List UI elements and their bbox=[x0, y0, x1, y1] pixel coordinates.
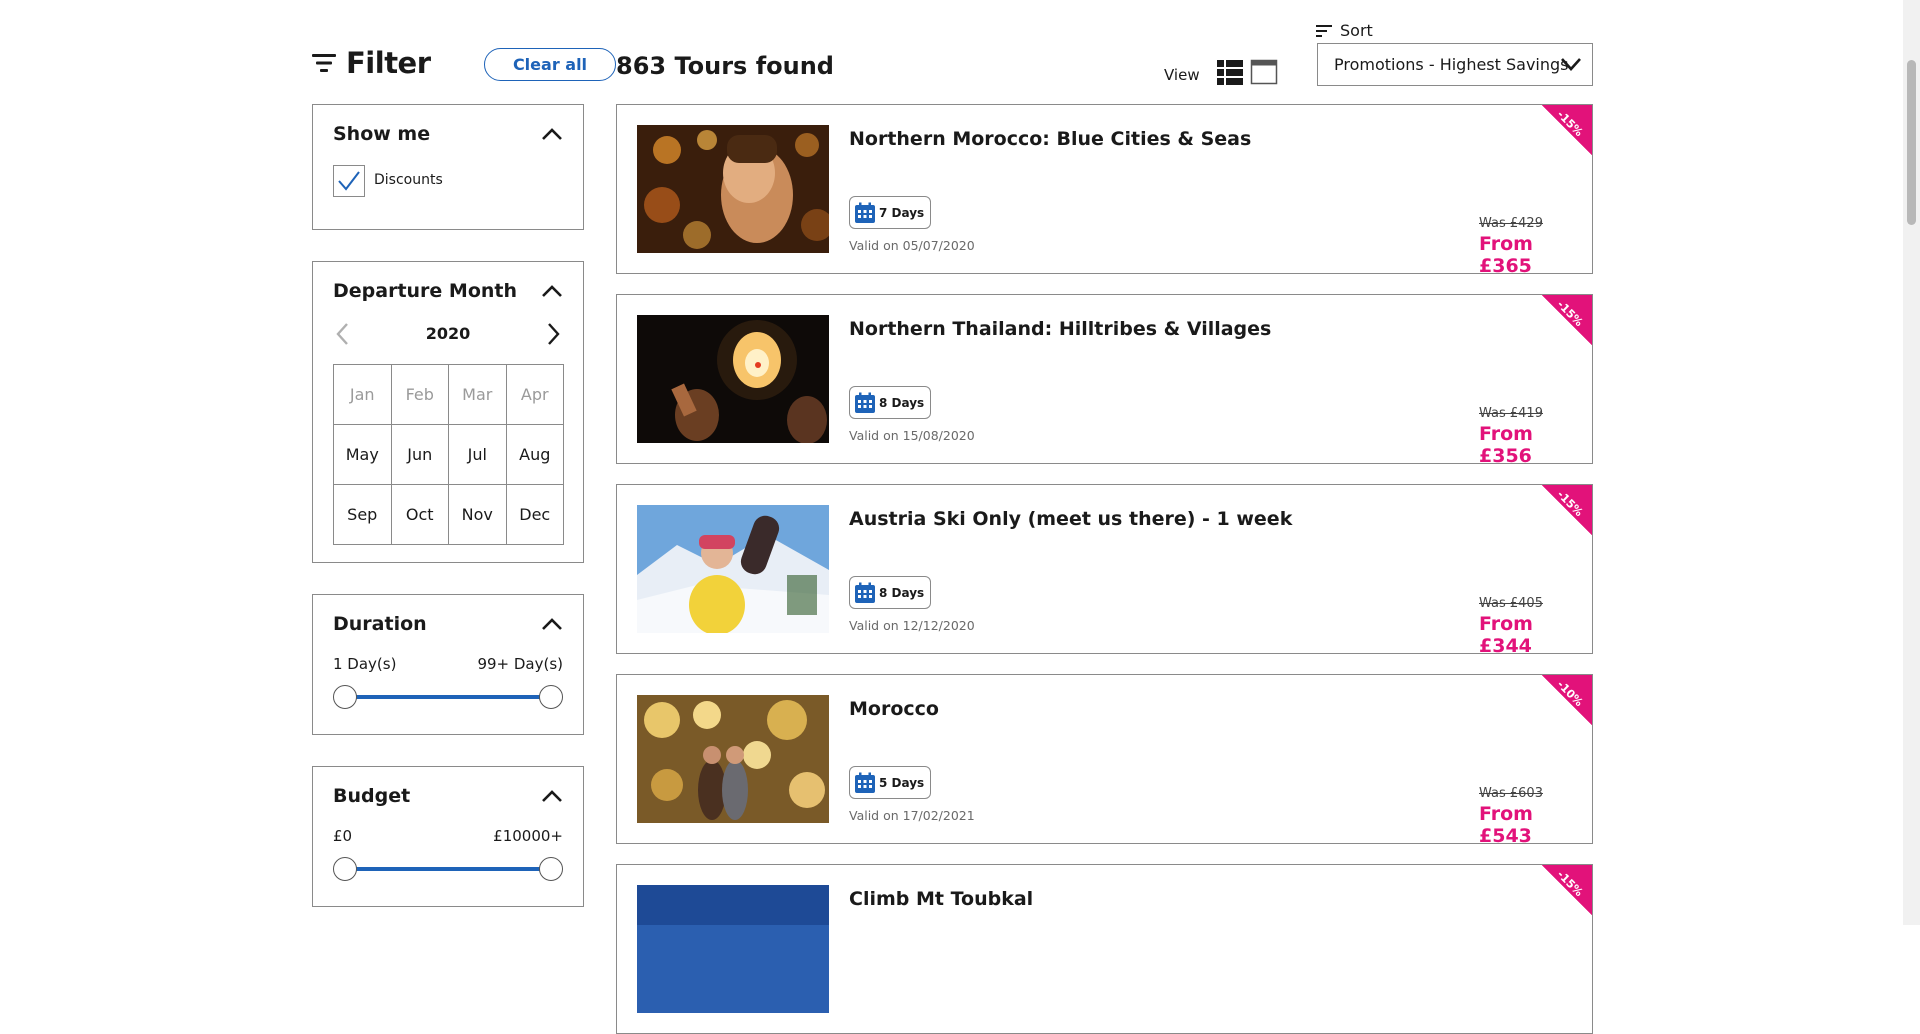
tour-image[interactable] bbox=[637, 695, 829, 823]
duration-max-handle[interactable] bbox=[539, 685, 563, 709]
sort-icon bbox=[1316, 24, 1332, 37]
month-cell: Mar bbox=[449, 365, 507, 425]
tour-card[interactable]: Northern Thailand: Hilltribes & Villages… bbox=[616, 294, 1593, 464]
page-scrollbar[interactable] bbox=[1903, 0, 1920, 925]
budget-range-labels: £0 £10000+ bbox=[333, 827, 563, 845]
year-navigator: 2020 bbox=[333, 320, 563, 350]
was-price: Was £429 bbox=[1479, 216, 1543, 231]
grid-view-icon[interactable] bbox=[1250, 58, 1278, 86]
results-count: 863 Tours found bbox=[616, 52, 834, 80]
was-price: Was £603 bbox=[1479, 786, 1543, 801]
duration-days: 8 Days bbox=[879, 395, 925, 410]
duration-days: 7 Days bbox=[879, 205, 925, 220]
chevron-right-icon[interactable] bbox=[543, 322, 563, 346]
month-grid: Jan Feb Mar Apr May Jun Jul Aug Sep Oct Nov Dec bbox=[333, 364, 564, 545]
tour-image[interactable] bbox=[637, 125, 829, 253]
month-cell[interactable]: Jun bbox=[391, 425, 449, 485]
month-cell[interactable]: Aug bbox=[506, 425, 564, 485]
duration-badge: 7 Days bbox=[849, 196, 932, 229]
tour-title[interactable]: Climb Mt Toubkal bbox=[849, 888, 1033, 910]
month-cell[interactable]: Sep bbox=[334, 485, 392, 545]
duration-badge: 5 Days bbox=[849, 766, 932, 799]
chevron-up-icon[interactable] bbox=[541, 789, 563, 803]
discounts-label[interactable]: Discounts bbox=[374, 172, 443, 188]
duration-days: 5 Days bbox=[879, 775, 925, 790]
duration-slider-track[interactable] bbox=[345, 695, 551, 699]
from-price: From £365 bbox=[1479, 233, 1533, 274]
month-cell: Feb bbox=[391, 365, 449, 425]
sort-label: Sort bbox=[1340, 21, 1373, 40]
month-cell[interactable]: Nov bbox=[449, 485, 507, 545]
tour-card[interactable]: Northern Morocco: Blue Cities & Seas 7 D… bbox=[616, 104, 1593, 274]
show-me-panel: Show me Discounts bbox=[312, 104, 584, 230]
duration-title: Duration bbox=[333, 613, 427, 635]
calendar-icon bbox=[855, 392, 875, 413]
departure-month-title: Departure Month bbox=[333, 280, 518, 302]
budget-title: Budget bbox=[333, 785, 411, 807]
duration-panel: Duration 1 Day(s) 99+ Day(s) bbox=[312, 594, 584, 735]
calendar-icon bbox=[855, 582, 875, 603]
from-price: From £344 bbox=[1479, 613, 1533, 654]
from-price: From £356 bbox=[1479, 423, 1533, 464]
year-label: 2020 bbox=[425, 324, 471, 343]
clear-all-button[interactable]: Clear all bbox=[484, 48, 616, 81]
duration-badge: 8 Days bbox=[849, 576, 932, 609]
tour-card[interactable]: Climb Mt Toubkal -15% bbox=[616, 864, 1593, 1034]
was-price: Was £405 bbox=[1479, 596, 1543, 611]
tour-image[interactable] bbox=[637, 315, 829, 443]
valid-date: Valid on 17/02/2021 bbox=[849, 808, 975, 823]
view-label: View bbox=[1164, 66, 1200, 84]
chevron-down-icon bbox=[1561, 58, 1581, 71]
duration-min-handle[interactable] bbox=[333, 685, 357, 709]
month-cell: Jan bbox=[334, 365, 392, 425]
duration-days: 8 Days bbox=[879, 585, 925, 600]
chevron-up-icon[interactable] bbox=[541, 284, 563, 298]
filter-header: Filter bbox=[312, 46, 431, 80]
filter-title: Filter bbox=[346, 46, 431, 80]
duration-max-label: 99+ Day(s) bbox=[477, 655, 563, 673]
budget-max-label: £10000+ bbox=[493, 827, 563, 845]
budget-min-label: £0 bbox=[333, 827, 353, 845]
discounts-checkbox[interactable] bbox=[333, 165, 365, 197]
month-cell[interactable]: Oct bbox=[391, 485, 449, 545]
valid-date: Valid on 15/08/2020 bbox=[849, 428, 975, 443]
duration-min-label: 1 Day(s) bbox=[333, 655, 397, 673]
tour-card[interactable]: Austria Ski Only (meet us there) - 1 wee… bbox=[616, 484, 1593, 654]
tour-title[interactable]: Austria Ski Only (meet us there) - 1 wee… bbox=[849, 508, 1292, 530]
budget-min-handle[interactable] bbox=[333, 857, 357, 881]
month-cell: Apr bbox=[506, 365, 564, 425]
tour-card[interactable]: Morocco 5 Days Valid on 17/02/2021 Was £6… bbox=[616, 674, 1593, 844]
show-me-title: Show me bbox=[333, 123, 431, 145]
valid-date: Valid on 12/12/2020 bbox=[849, 618, 975, 633]
sort-header: Sort bbox=[1316, 21, 1373, 40]
tour-image[interactable] bbox=[637, 885, 829, 1013]
month-cell[interactable]: May bbox=[334, 425, 392, 485]
chevron-up-icon[interactable] bbox=[541, 617, 563, 631]
scrollbar-thumb[interactable] bbox=[1907, 60, 1916, 225]
valid-date: Valid on 05/07/2020 bbox=[849, 238, 975, 253]
calendar-icon bbox=[855, 772, 875, 793]
chevron-up-icon[interactable] bbox=[541, 127, 563, 141]
month-cell[interactable]: Dec bbox=[506, 485, 564, 545]
from-price: From £543 bbox=[1479, 803, 1533, 844]
duration-range-labels: 1 Day(s) 99+ Day(s) bbox=[333, 655, 563, 673]
calendar-icon bbox=[855, 202, 875, 223]
filter-icon bbox=[312, 54, 336, 72]
list-view-icon[interactable] bbox=[1216, 58, 1244, 86]
duration-badge: 8 Days bbox=[849, 386, 932, 419]
budget-panel: Budget £0 £10000+ bbox=[312, 766, 584, 907]
was-price: Was £419 bbox=[1479, 406, 1543, 421]
departure-month-panel: Departure Month 2020 Jan Feb Mar Apr May Jun J… bbox=[312, 261, 584, 563]
tour-image[interactable] bbox=[637, 505, 829, 633]
checkmark-icon bbox=[338, 171, 360, 191]
budget-max-handle[interactable] bbox=[539, 857, 563, 881]
budget-slider-track[interactable] bbox=[345, 867, 551, 871]
sort-selected-value: Promotions - Highest Savings bbox=[1334, 55, 1569, 74]
tour-title[interactable]: Morocco bbox=[849, 698, 939, 720]
month-cell[interactable]: Jul bbox=[449, 425, 507, 485]
tour-title[interactable]: Northern Thailand: Hilltribes & Villages bbox=[849, 318, 1271, 340]
tour-title[interactable]: Northern Morocco: Blue Cities & Seas bbox=[849, 128, 1251, 150]
sort-dropdown[interactable]: Promotions - Highest Savings bbox=[1317, 43, 1593, 86]
